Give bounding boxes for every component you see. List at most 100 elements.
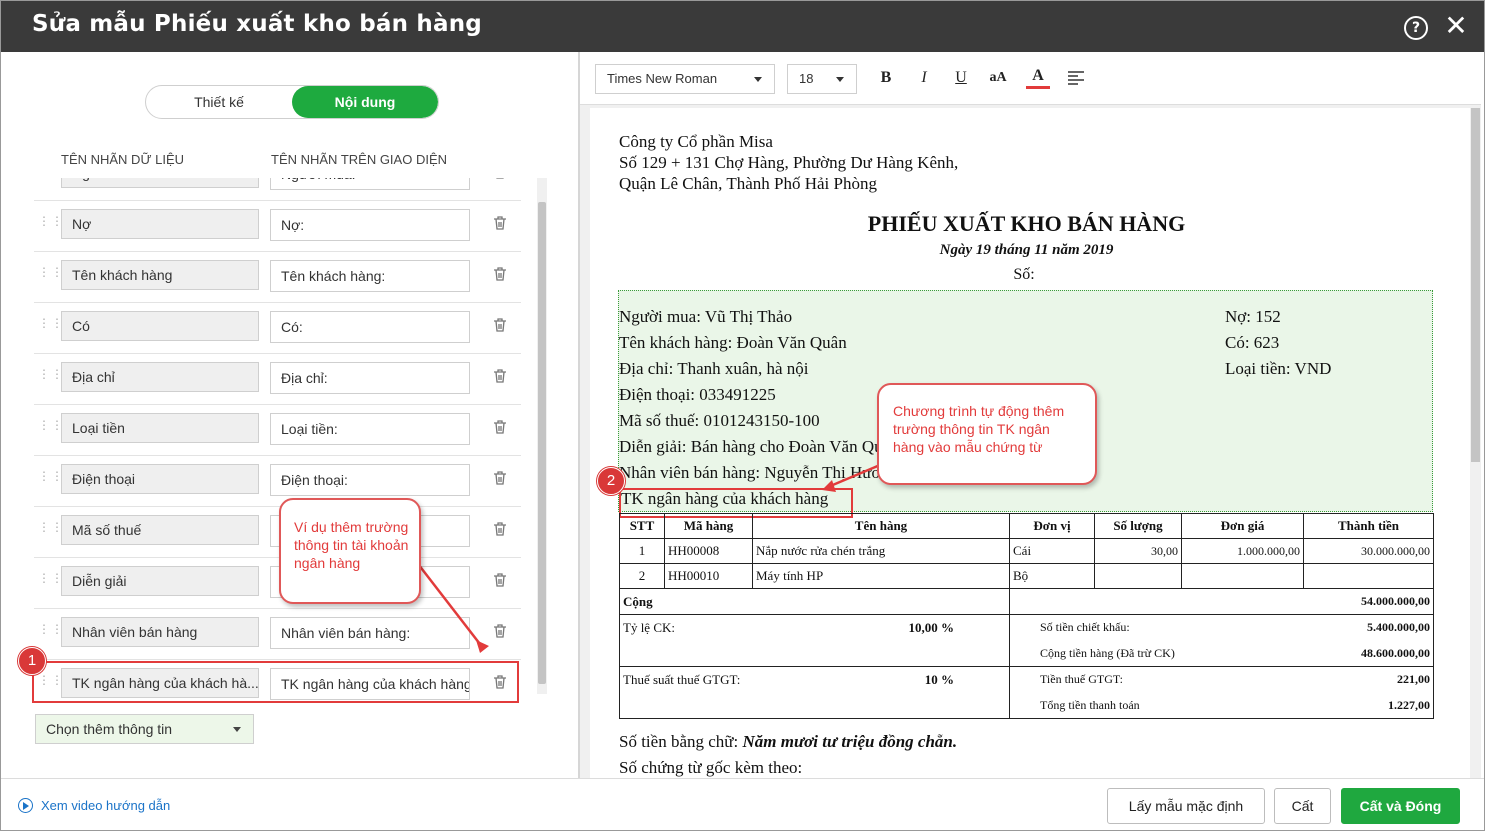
trash-icon[interactable] (492, 623, 508, 639)
list-item: ⋮⋮ Địa chỉ Địa chỉ: (34, 354, 521, 405)
tab-content[interactable]: Nội dung (292, 86, 438, 118)
ui-label-field[interactable]: Tên khách hàng: (270, 260, 470, 292)
subtotal-value: 48.600.000,00 (1361, 645, 1430, 660)
save-button[interactable]: Cất (1274, 788, 1331, 824)
trash-icon[interactable] (492, 572, 508, 588)
table-cell: Máy tính HP (752, 563, 1010, 589)
format-toolbar: Times New Roman 18 B I U aA A (580, 52, 1481, 105)
grand-total-value: 1.227,00 (1388, 697, 1430, 712)
drag-handle-icon[interactable]: ⋮⋮ (38, 623, 63, 635)
field-list-scrollbar[interactable] (537, 178, 547, 694)
data-label-field[interactable]: Nhân viên bán hàng (61, 617, 259, 647)
company-name: Công ty Cổ phần Misa (619, 132, 773, 151)
data-label-field[interactable]: Điện thoại (61, 464, 259, 494)
data-label-field[interactable]: Mã số thuế (61, 515, 259, 545)
trash-icon[interactable] (492, 178, 508, 180)
data-label-field[interactable]: Tên khách hàng (61, 260, 259, 290)
video-guide-link[interactable]: Xem video hướng dẫn (18, 798, 170, 814)
table-header: Tên hàng (752, 513, 1010, 539)
sales-staff-line: Nhân viên bán hàng: Nguyễn Thị Hương (619, 463, 898, 482)
font-family-value: Times New Roman (607, 71, 718, 86)
drag-handle-icon[interactable]: ⋮⋮ (38, 215, 63, 227)
drag-handle-icon[interactable]: ⋮⋮ (38, 572, 63, 584)
italic-button[interactable]: I (912, 66, 936, 90)
table-cell: 30.000.000,00 (1303, 538, 1434, 564)
trash-icon[interactable] (492, 317, 508, 333)
drag-handle-icon[interactable]: ⋮⋮ (38, 419, 63, 431)
ui-label-field[interactable]: Nhân viên bán hàng: (270, 617, 470, 649)
text-case-button[interactable]: aA (986, 66, 1010, 90)
drag-handle-icon[interactable]: ⋮⋮ (38, 368, 63, 380)
ui-label-field[interactable]: Địa chỉ: (270, 362, 470, 394)
data-label-field[interactable]: Người mua (61, 178, 259, 188)
document-number: Số: (1013, 266, 1035, 283)
credit-line: Có: 623 (1225, 333, 1280, 352)
total-value: 54.000.000,00 (1009, 588, 1434, 615)
data-label-field[interactable]: Loại tiền (61, 413, 259, 443)
annotation-badge-1: 1 (18, 647, 46, 675)
scrollbar-thumb[interactable] (1471, 108, 1480, 462)
document-title: PHIẾU XUẤT KHO BÁN HÀNG (867, 211, 1186, 236)
tab-design[interactable]: Thiết kế (146, 86, 292, 118)
document-date: Ngày 19 tháng 11 năm 2019 (939, 242, 1114, 258)
data-label-field[interactable]: Địa chỉ (61, 362, 259, 392)
underline-button[interactable]: U (949, 66, 973, 90)
default-template-button[interactable]: Lấy mẫu mặc định (1107, 788, 1265, 824)
table-cell: Bộ (1009, 563, 1095, 589)
callout-1-text: Ví dụ thêm trường thông tin tài khoản ng… (294, 519, 409, 571)
table-cell: 1.000.000,00 (1181, 538, 1304, 564)
data-label-field[interactable]: Nợ (61, 209, 259, 239)
preview-scrollbar[interactable] (1470, 108, 1481, 778)
trash-icon[interactable] (492, 521, 508, 537)
close-icon[interactable]: ✕ (1442, 12, 1470, 40)
ui-label-field[interactable]: Điện thoại: (270, 464, 470, 496)
grand-total-label: Tổng tiền thanh toán (1040, 697, 1140, 712)
trash-icon[interactable] (492, 419, 508, 435)
annotation-badge-2: 2 (597, 467, 625, 495)
drag-handle-icon[interactable]: ⋮⋮ (38, 521, 63, 533)
items-table: STT Mã hàng Tên hàng Đơn vị Số lượng Đơn… (619, 513, 1434, 719)
table-cell (1181, 563, 1304, 589)
column-header-ui-label: TÊN NHÃN TRÊN GIAO DIỆN (271, 152, 448, 167)
trash-icon[interactable] (492, 215, 508, 231)
font-size-select[interactable]: 18 (787, 64, 857, 94)
left-panel: Thiết kế Nội dung TÊN NHÃN DỮ LIỆU TÊN N… (4, 52, 577, 778)
amount-in-words-label: Số tiền bằng chữ: (619, 732, 739, 751)
ui-label-field[interactable]: Có: (270, 311, 470, 343)
bold-button[interactable]: B (874, 66, 898, 90)
add-info-dropdown[interactable]: Chọn thêm thông tin (35, 714, 254, 744)
table-cell: HH00008 (664, 538, 753, 564)
list-item: ⋮⋮ Nợ Nợ: (34, 201, 521, 252)
font-color-button[interactable]: A (1026, 66, 1050, 89)
align-left-icon[interactable] (1067, 71, 1085, 85)
ui-label-field[interactable]: Loại tiền: (270, 413, 470, 445)
ui-label-field[interactable]: Nợ: (270, 209, 470, 241)
table-row: 1 HH00008 Nắp nước rửa chén trắng Cái 30… (619, 538, 1434, 564)
save-and-close-button[interactable]: Cất và Đóng (1341, 788, 1460, 824)
total-row: Cộng 54.000.000,00 (619, 588, 1434, 615)
data-label-field[interactable]: Diễn giải (61, 566, 259, 596)
trash-icon[interactable] (492, 368, 508, 384)
description-line: Diễn giải: Bán hàng cho Đoàn Văn Quân (619, 437, 899, 456)
drag-handle-icon[interactable]: ⋮⋮ (38, 470, 63, 482)
help-icon[interactable]: ? (1404, 16, 1428, 40)
data-label-field[interactable]: Có (61, 311, 259, 341)
font-family-select[interactable]: Times New Roman (595, 64, 775, 94)
list-item: ⋮⋮ Diễn giải (34, 558, 521, 609)
callout-2-text: Chương trình tự động thêm trường thông t… (893, 403, 1065, 455)
attachments-line: Số chứng từ gốc kèm theo: (619, 758, 803, 777)
chevron-down-icon (836, 77, 844, 82)
font-size-value: 18 (799, 71, 814, 86)
summary-row: Thuế suất thuế GTGT: 10 % Tiền thuế GTGT… (619, 666, 1434, 693)
trash-icon[interactable] (492, 470, 508, 486)
ui-label-field[interactable]: Người mua: (270, 178, 470, 190)
drag-handle-icon[interactable]: ⋮⋮ (38, 266, 63, 278)
table-cell: 1 (619, 538, 665, 564)
phone-line: Điện thoại: 033491225 (619, 385, 776, 404)
footer: Xem video hướng dẫn Lấy mẫu mặc định Cất… (0, 778, 1485, 832)
trash-icon[interactable] (492, 266, 508, 282)
drag-handle-icon[interactable]: ⋮⋮ (38, 317, 63, 329)
scrollbar-thumb[interactable] (538, 202, 546, 684)
table-cell: 2 (619, 563, 665, 589)
chevron-down-icon (233, 727, 241, 732)
